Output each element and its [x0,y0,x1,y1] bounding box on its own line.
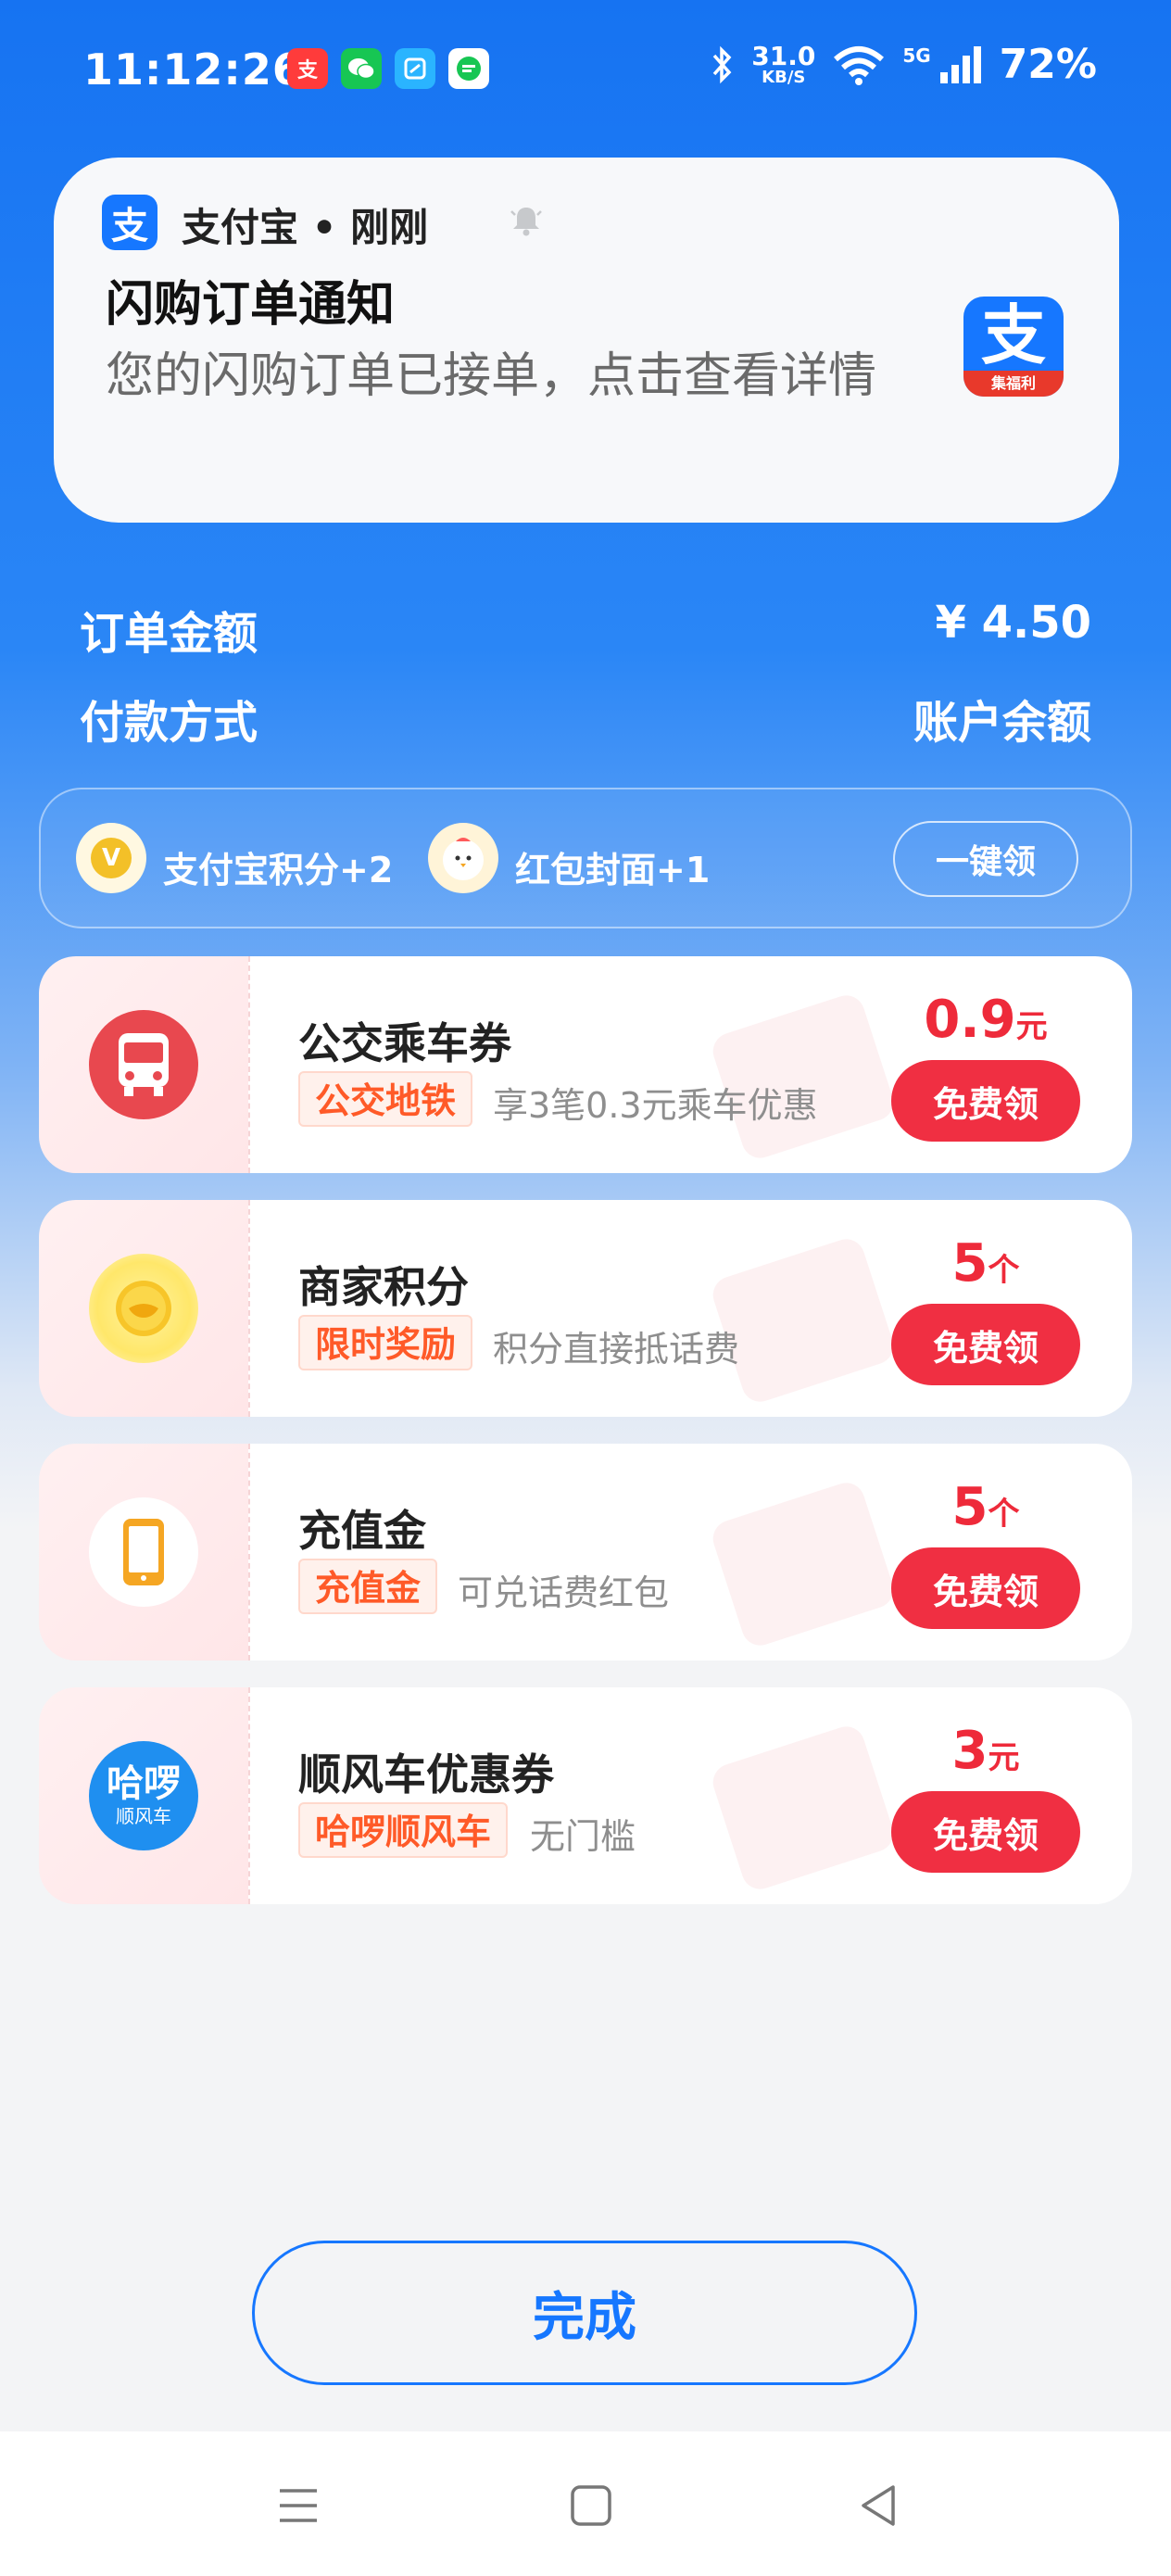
cloud-app-icon [395,48,435,89]
alipay-large-icon-char: 支 [981,297,1046,373]
network-speed: 31.0 KB/S [751,40,816,87]
speed-unit: KB/S [762,67,806,87]
order-amount-row: 订单金额 ¥ 4.50 [80,597,1091,662]
payment-method-label: 付款方式 [80,697,258,749]
claim-all-button[interactable]: 一键领 [893,821,1078,897]
coupon-amount-value: 0.9 [924,990,1016,1050]
coupon-card: 公交乘车券 公交地铁 享3笔0.3元乘车优惠 0.9元 免费领 [39,956,1132,1173]
alipay-app-icon: 支 [287,48,328,89]
free-claim-button[interactable]: 免费领 [891,1060,1080,1142]
coupon-amount: 5个 [891,1477,1080,1537]
coupon-card: 哈啰 顺风车 顺风车优惠券 哈啰顺风车 无门槛 3元 免费领 [39,1687,1132,1904]
network-type: 5G [902,44,931,67]
coupon-tag: 哈啰顺风车 [298,1802,509,1858]
done-button[interactable]: 完成 [252,2241,917,2385]
message-app-icon [448,48,489,89]
coupon-tag: 公交地铁 [298,1071,473,1127]
bus-icon [89,1010,198,1119]
gold-ingot-icon [89,1254,198,1363]
notification-card[interactable]: 支 支付宝 • 刚刚 闪购订单通知 您的闪购订单已接单，点击查看详情 支 集福利 [54,158,1119,523]
home-icon[interactable] [563,2478,619,2533]
coupon-tag: 限时奖励 [298,1315,473,1370]
coupon-amount-value: 5 [951,1233,988,1294]
coupon-amount-unit: 元 [1015,1008,1048,1045]
hellobike-icon: 哈啰 顺风车 [89,1741,198,1850]
menu-icon[interactable] [271,2478,326,2533]
coupon-card: 商家积分 限时奖励 积分直接抵话费 5个 免费领 [39,1200,1132,1417]
notification-body: 您的闪购订单已接单，点击查看详情 [106,348,877,404]
red-envelope-cover-icon [428,823,498,893]
alipay-large-icon-band: 集福利 [963,371,1064,397]
phone-icon [89,1497,198,1607]
free-claim-button[interactable]: 免费领 [891,1304,1080,1385]
payment-method-row: 付款方式 账户余额 [80,686,1091,751]
coupon-amount: 0.9元 [891,990,1080,1050]
coupon-amount-unit: 个 [988,1252,1020,1289]
coupon-amount: 3元 [891,1721,1080,1781]
coupon-icon-area [39,1200,248,1417]
back-icon[interactable] [852,2478,908,2533]
speed-value: 31.0 [751,40,816,71]
coupon-title: 充值金 [298,1506,426,1556]
signal-icon [939,45,981,83]
reward-points: 支付宝积分+2 [163,850,394,890]
wechat-app-icon [341,48,382,89]
bell-icon [510,208,542,236]
status-bar: 11:12:26 支 31.0 KB/S 5G 72% [0,0,1171,139]
coupon-card: 充值金 充值金 可兑话费红包 5个 免费领 [39,1444,1132,1661]
points-coin-icon: V [76,823,146,893]
order-amount-label: 订单金额 [80,608,258,660]
hellobike-icon-text: 哈啰 [107,1762,181,1805]
bluetooth-icon [712,45,732,83]
coupon-icon-area [39,1444,248,1661]
free-claim-button[interactable]: 免费领 [891,1791,1080,1873]
coupon-icon-area [39,956,248,1173]
coupon-description: 可兑话费红包 [458,1572,670,1613]
coupon-description: 积分直接抵话费 [493,1329,740,1370]
system-nav-bar [0,2431,1171,2576]
status-indicators: 31.0 KB/S 5G 72% [709,41,1097,88]
notification-title: 闪购订单通知 [106,277,396,333]
payment-method-value: 账户余额 [913,697,1091,749]
free-claim-button[interactable]: 免费领 [891,1547,1080,1629]
hellobike-icon-subtext: 顺风车 [116,1805,171,1827]
coupon-amount-value: 5 [951,1477,988,1537]
coupon-amount-value: 3 [951,1721,988,1781]
alipay-icon: 支 [102,195,157,250]
coupon-title: 顺风车优惠券 [298,1749,554,1799]
coupon-amount: 5个 [891,1233,1080,1294]
rewards-bar: V 支付宝积分+2 红包封面+1 一键领 [39,788,1132,928]
coupon-tag: 充值金 [298,1559,438,1614]
coupon-icon-area: 哈啰 顺风车 [39,1687,248,1904]
order-amount-value: ¥ 4.50 [935,597,1091,649]
status-app-icons: 支 [287,48,489,89]
coupon-title: 商家积分 [298,1262,469,1312]
status-time: 11:12:26 [83,44,303,95]
coupon-amount-unit: 元 [988,1739,1020,1776]
coupon-description: 无门槛 [530,1816,636,1857]
alipay-large-icon: 支 集福利 [963,297,1064,397]
notification-app-name: 支付宝 • 刚刚 [182,205,429,250]
coupon-description: 享3笔0.3元乘车优惠 [493,1085,818,1126]
wifi-icon [834,45,885,85]
reward-envelope-cover: 红包封面+1 [515,850,711,890]
coupon-amount-unit: 个 [988,1496,1020,1533]
coupon-title: 公交乘车券 [298,1018,511,1068]
battery-level: 72% [999,41,1097,88]
